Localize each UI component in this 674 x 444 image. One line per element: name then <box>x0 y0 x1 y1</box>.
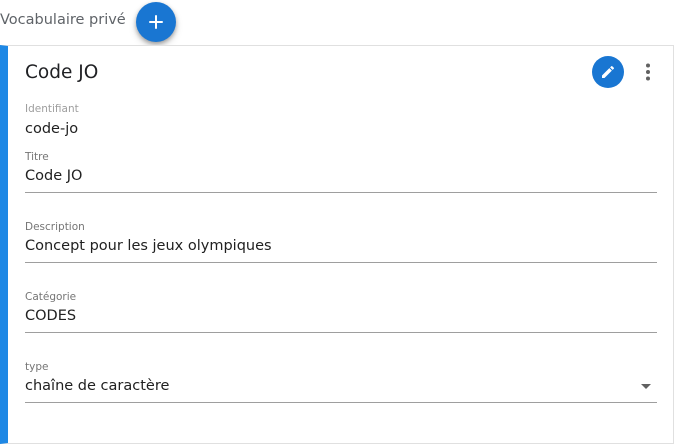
more-vertical-icon <box>646 63 650 81</box>
type-select[interactable]: type chaîne de caractère <box>25 361 657 403</box>
page-title: Vocabulaire privé <box>0 12 126 28</box>
pencil-icon <box>602 65 615 78</box>
dropdown-arrow-icon[interactable] <box>641 384 651 389</box>
plus-icon <box>149 15 163 29</box>
type-value[interactable]: chaîne de caractère <box>25 378 169 394</box>
more-options-button[interactable] <box>636 58 660 86</box>
titre-field[interactable]: Titre Code JO <box>25 151 657 193</box>
titre-label: Titre <box>25 151 49 163</box>
identifiant-value: code-jo <box>25 121 79 137</box>
vocabulary-card: Code JO Identifiant code-jo Titre Code J… <box>0 45 674 444</box>
categorie-value[interactable]: CODES <box>25 308 76 324</box>
type-label: type <box>25 361 49 373</box>
description-label: Description <box>25 221 85 233</box>
titre-value[interactable]: Code JO <box>25 168 82 184</box>
edit-button[interactable] <box>592 56 624 88</box>
description-value[interactable]: Concept pour les jeux olympiques <box>25 238 272 254</box>
identifiant-label: Identifiant <box>25 103 79 115</box>
add-vocabulary-button[interactable] <box>136 2 176 42</box>
description-field[interactable]: Description Concept pour les jeux olympi… <box>25 221 657 263</box>
categorie-label: Catégorie <box>25 291 77 303</box>
categorie-field[interactable]: Catégorie CODES <box>25 291 657 333</box>
card-title: Code JO <box>25 62 99 83</box>
